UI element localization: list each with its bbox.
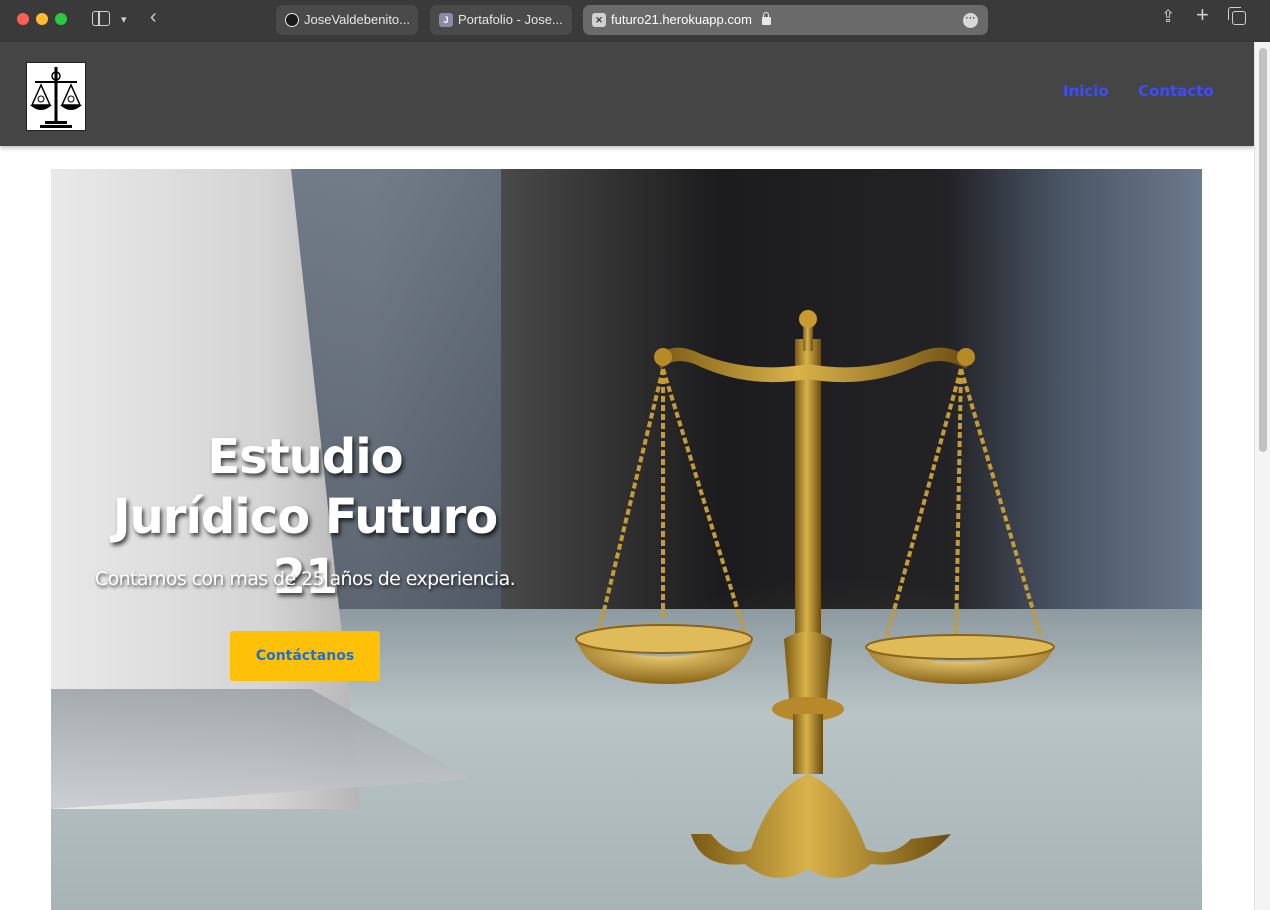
- scales-of-justice-logo[interactable]: [26, 62, 86, 131]
- tab-github[interactable]: JoseValdebenito...: [276, 5, 418, 35]
- tab-label: Portafolio - Jose...: [458, 12, 563, 27]
- contactanos-button[interactable]: Contáctanos: [230, 631, 380, 681]
- lock-icon: [761, 12, 771, 25]
- address-text[interactable]: futuro21.herokuapp.com: [611, 12, 752, 27]
- tab-portafolio[interactable]: J Portafolio - Jose...: [430, 5, 572, 35]
- tab-active-address[interactable]: ✕ futuro21.herokuapp.com ···: [583, 5, 988, 35]
- more-options-icon[interactable]: ···: [963, 13, 978, 28]
- nav-inicio-link[interactable]: Inicio: [1063, 82, 1109, 100]
- site-header: Inicio Contacto: [0, 42, 1254, 146]
- close-icon[interactable]: ✕: [592, 13, 606, 27]
- new-tab-icon[interactable]: +: [1196, 4, 1209, 26]
- tab-label: JoseValdebenito...: [304, 12, 410, 27]
- browser-toolbar: ▾ ‹ JoseValdebenito... J Portafolio - Jo…: [0, 0, 1270, 42]
- hero-subtitle: Contamos con mas de 25 años de experienc…: [94, 568, 516, 590]
- minimize-window-button[interactable]: [36, 13, 48, 25]
- zoom-window-button[interactable]: [55, 13, 67, 25]
- github-icon: [285, 13, 299, 27]
- close-window-button[interactable]: [17, 13, 29, 25]
- logo-graphic: [30, 67, 82, 128]
- scrollbar-thumb[interactable]: [1259, 48, 1267, 452]
- back-arrow-icon[interactable]: ‹: [150, 7, 157, 27]
- hero-banner: Estudio Jurídico Futuro 21 Contamos con …: [51, 169, 1202, 910]
- share-icon[interactable]: ⇪: [1161, 8, 1175, 25]
- favicon-letter-icon: J: [439, 13, 453, 27]
- tab-overview-icon[interactable]: [1228, 7, 1246, 25]
- chevron-down-icon[interactable]: ▾: [121, 12, 127, 28]
- sidebar-toggle-icon[interactable]: [92, 11, 110, 26]
- nav-contacto-link[interactable]: Contacto: [1138, 82, 1214, 100]
- page-scrollbar[interactable]: [1254, 42, 1270, 910]
